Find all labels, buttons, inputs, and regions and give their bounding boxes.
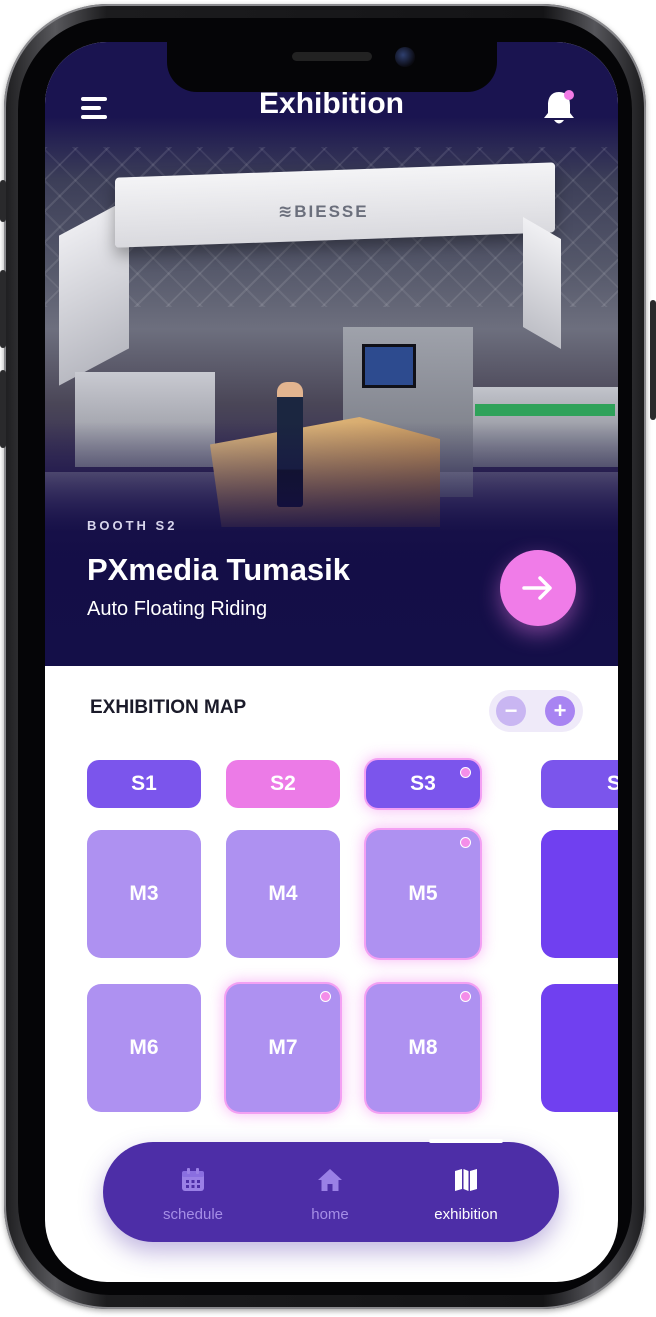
arrow-right-icon	[522, 576, 552, 600]
green-stand-strip	[475, 404, 615, 416]
map-booth-m7[interactable]: M7	[226, 984, 340, 1112]
map-booth-m6[interactable]: M6	[87, 984, 201, 1112]
notch	[167, 42, 497, 92]
hero-gradient-overlay	[45, 422, 618, 666]
nav-label-home: home	[311, 1206, 349, 1223]
home-icon	[318, 1169, 342, 1191]
booth-label: M6	[129, 1036, 159, 1059]
map-stand-s4-partial[interactable]: S	[541, 760, 618, 808]
notification-dot	[564, 90, 574, 100]
page-title: Exhibition	[259, 87, 404, 120]
front-camera	[395, 47, 415, 67]
zoom-in-button[interactable]: +	[545, 696, 575, 726]
favorite-marker	[460, 991, 471, 1002]
map-booth-partial[interactable]	[541, 830, 618, 958]
map-booth-m4[interactable]: M4	[226, 830, 340, 958]
nav-label-schedule: schedule	[162, 1206, 224, 1223]
open-booth-button[interactable]	[500, 550, 576, 626]
booth-display-screen	[362, 344, 416, 388]
zoom-out-button[interactable]: −	[496, 696, 526, 726]
map-icon	[455, 1169, 477, 1191]
notification-bell-icon[interactable]	[541, 88, 577, 128]
exhibition-map-title: EXHIBITION MAP	[90, 697, 247, 718]
map-stand-s3[interactable]: S3	[366, 760, 480, 808]
favorite-marker	[460, 767, 471, 778]
speaker-grille	[292, 52, 372, 61]
side-button-mute	[0, 180, 6, 222]
favorite-marker	[320, 991, 331, 1002]
map-zoom-control: − +	[489, 690, 583, 732]
banner-logo: ≋BIESSE	[278, 202, 369, 221]
booth-description: Auto Floating Riding	[87, 598, 268, 620]
booth-label: M4	[268, 882, 298, 905]
booth-exhibitor-name: PXmedia Tumasik	[87, 552, 351, 587]
nav-label-exhibition: exhibition	[434, 1206, 498, 1223]
map-booth-m5[interactable]: M5	[366, 830, 480, 958]
map-booth-partial[interactable]	[541, 984, 618, 1112]
bottom-navigation: schedule home exhibition	[103, 1139, 559, 1242]
side-button-volume-up	[0, 270, 6, 348]
booth-number-label: BOOTH S2	[87, 518, 178, 533]
nav-item-exhibition[interactable]: exhibition	[411, 1162, 521, 1232]
map-booth-m3[interactable]: M3	[87, 830, 201, 958]
nav-item-home[interactable]: home	[275, 1162, 385, 1232]
booth-label: M8	[408, 1036, 438, 1059]
booth-canopy-right	[523, 217, 561, 349]
favorite-marker	[460, 837, 471, 848]
nav-item-schedule[interactable]: schedule	[138, 1162, 248, 1232]
app-screen: ≋BIESSE Exhibition BOOTH S2 PXmedia Tuma…	[45, 42, 618, 1282]
booth-label: M7	[268, 1036, 298, 1059]
stand-label: S3	[410, 772, 436, 795]
stand-label: S1	[131, 772, 157, 795]
map-booth-m8[interactable]: M8	[366, 984, 480, 1112]
active-tab-indicator	[429, 1139, 503, 1143]
booth-label: M5	[408, 882, 438, 905]
stand-label: S	[607, 772, 618, 795]
booth-label: M3	[129, 882, 159, 905]
map-stand-s2[interactable]: S2	[226, 760, 340, 808]
calendar-icon	[182, 1168, 204, 1191]
stand-label: S2	[270, 772, 296, 795]
map-stand-s1[interactable]: S1	[87, 760, 201, 808]
side-button-volume-down	[0, 370, 6, 448]
side-button-power	[650, 300, 656, 420]
